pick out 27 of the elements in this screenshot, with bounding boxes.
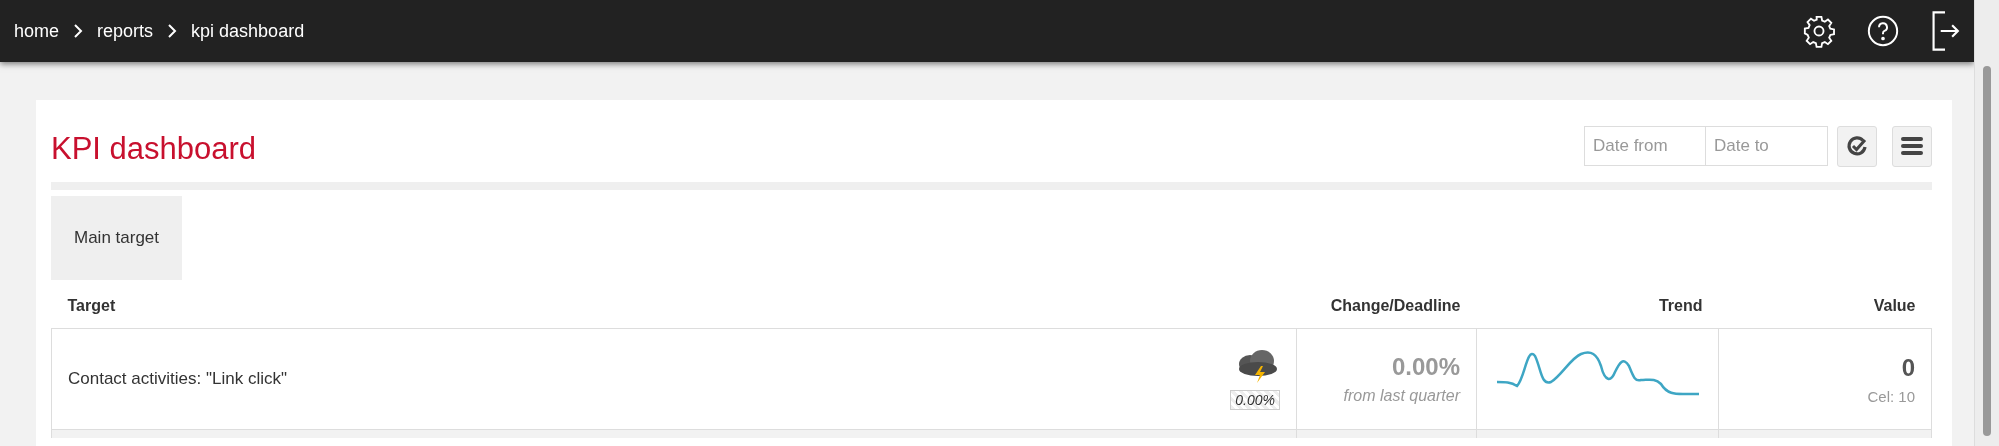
target-name: Contact activities: "Link click" — [68, 369, 287, 389]
chevron-icon — [167, 24, 178, 38]
column-header: Trend — [1658, 297, 1703, 314]
help-icon[interactable] — [1866, 14, 1900, 48]
page-title: KPI dashboard — [51, 131, 258, 167]
scrollbar[interactable] — [1983, 66, 1991, 436]
column-header: Change/Deadline — [1330, 297, 1461, 314]
breadcrumb-link[interactable]: home — [14, 20, 60, 42]
kpi-value: 0 — [1900, 353, 1915, 382]
date-to-field[interactable]: Date to — [1706, 126, 1828, 166]
menu-icon — [1900, 136, 1924, 156]
date-from-field[interactable]: Date from — [1584, 126, 1706, 166]
column-header: Value — [1873, 297, 1916, 314]
refresh-button[interactable] — [1837, 125, 1877, 167]
column-header: Target — [67, 297, 116, 314]
breadcrumb-link[interactable]: reports — [97, 20, 154, 42]
goal-value: Cel: 10 — [1866, 387, 1915, 405]
change-percent: 0.00% — [1390, 353, 1460, 381]
breadcrumb-link[interactable]: kpi dashboard — [191, 20, 305, 42]
refresh-icon — [1845, 134, 1869, 158]
settings-icon[interactable] — [1802, 14, 1836, 48]
percent-badge: 0.00% — [1230, 390, 1280, 410]
logout-icon[interactable] — [1930, 11, 1960, 51]
tab[interactable]: Main target — [51, 196, 183, 280]
change-note: from last quarter — [1342, 387, 1460, 405]
chevron-icon — [73, 24, 84, 38]
menu-button[interactable] — [1892, 125, 1932, 167]
